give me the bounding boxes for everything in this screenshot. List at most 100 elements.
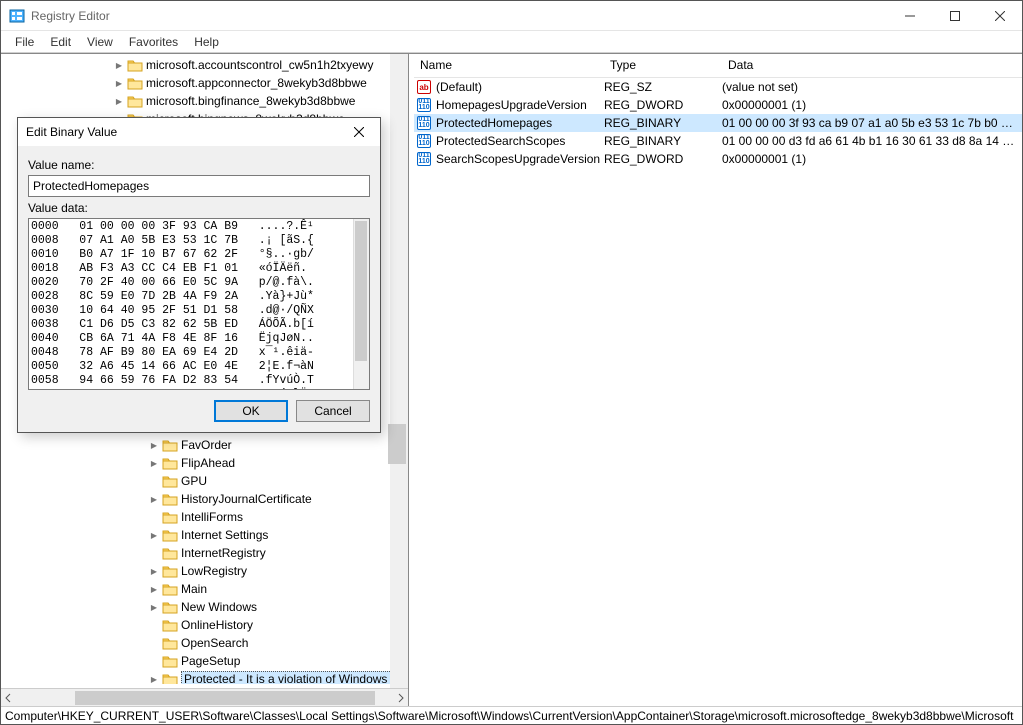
tree-item[interactable]: ▶ microsoft.appconnector_8wekyb3d8bbwe xyxy=(3,74,408,92)
tree-item[interactable]: ▶Main xyxy=(3,580,408,598)
folder-icon xyxy=(162,654,178,668)
tree-item-label: Protected - It is a violation of Windows… xyxy=(181,671,402,684)
folder-icon xyxy=(162,600,178,614)
tree-item[interactable]: ▶ New Windows xyxy=(3,598,408,616)
tree-item-label: microsoft.bingfinance_8wekyb3d8bbwe xyxy=(146,94,355,108)
tree-item-label: microsoft.appconnector_8wekyb3d8bbwe xyxy=(146,76,367,90)
value-row[interactable]: 011110ProtectedSearchScopesREG_BINARY01 … xyxy=(414,132,1022,150)
minimize-button[interactable] xyxy=(887,1,932,31)
tree-item-label: GPU xyxy=(181,474,207,488)
menu-favorites[interactable]: Favorites xyxy=(121,33,186,51)
maximize-button[interactable] xyxy=(932,1,977,31)
tree-item[interactable]: ▶ microsoft.accountscontrol_cw5n1h2txyewy xyxy=(3,56,408,74)
tree-item[interactable]: IntelliForms xyxy=(3,508,408,526)
tree-item-label: microsoft.accountscontrol_cw5n1h2txyewy xyxy=(146,58,373,72)
expand-arrow-icon[interactable]: ▶ xyxy=(113,97,125,106)
folder-icon xyxy=(127,58,143,72)
value-data-label: Value data: xyxy=(28,201,370,215)
scroll-right-icon[interactable] xyxy=(394,691,408,705)
tree-item[interactable]: InternetRegistry xyxy=(3,544,408,562)
tree-item-label: Internet Settings xyxy=(181,528,268,542)
tree-item[interactable]: ▶ FlipAhead xyxy=(3,454,408,472)
col-data[interactable]: Data xyxy=(722,54,1022,77)
menu-view[interactable]: View xyxy=(79,33,121,51)
cancel-button[interactable]: Cancel xyxy=(296,400,370,422)
tree-hscroll[interactable] xyxy=(1,688,408,706)
regedit-app-icon xyxy=(9,8,25,24)
tree-item-label: OpenSearch xyxy=(181,636,248,650)
folder-icon xyxy=(162,492,178,506)
close-icon xyxy=(354,127,364,137)
tree-item-label: OnlineHistory xyxy=(181,618,253,632)
tree-item[interactable]: ▶FavOrder xyxy=(3,436,408,454)
tree-item-label: PageSetup xyxy=(181,654,240,668)
tree-item[interactable]: OpenSearch xyxy=(3,634,408,652)
value-name-input[interactable] xyxy=(28,175,370,197)
tree-item[interactable]: ▶ LowRegistry xyxy=(3,562,408,580)
tree-item[interactable]: PageSetup xyxy=(3,652,408,670)
expand-arrow-icon[interactable]: ▶ xyxy=(148,459,160,468)
tree-item[interactable]: ▶ Internet Settings xyxy=(3,526,408,544)
col-name[interactable]: Name xyxy=(414,54,604,77)
expand-arrow-icon[interactable]: ▶ xyxy=(148,603,160,612)
window-title: Registry Editor xyxy=(31,9,887,23)
folder-icon xyxy=(162,546,178,560)
value-data: 01 00 00 00 3f 93 ca b9 07 a1 a0 5b e3 5… xyxy=(722,116,1022,130)
dialog-close-button[interactable] xyxy=(342,121,376,143)
hex-editor[interactable]: 0000 01 00 00 00 3F 93 CA B9 ....?.Ê¹ 00… xyxy=(28,218,370,390)
col-type[interactable]: Type xyxy=(604,54,722,77)
value-name: (Default) xyxy=(436,80,604,94)
tree-item-label: IntelliForms xyxy=(181,510,243,524)
tree-item[interactable]: OnlineHistory xyxy=(3,616,408,634)
reg-string-icon: ab xyxy=(416,79,432,95)
tree-item-label: New Windows xyxy=(181,600,257,614)
expand-arrow-icon[interactable]: ▶ xyxy=(148,531,160,540)
tree-item-label: LowRegistry xyxy=(181,564,247,578)
menu-file[interactable]: File xyxy=(7,33,42,51)
reg-binary-icon: 011110 xyxy=(416,97,432,113)
folder-icon xyxy=(162,564,178,578)
value-data: 0x00000001 (1) xyxy=(722,152,1022,166)
folder-icon xyxy=(127,76,143,90)
expand-arrow-icon[interactable]: ▶ xyxy=(148,495,160,504)
tree-vscroll-thumb[interactable] xyxy=(388,424,406,464)
value-row[interactable]: 011110SearchScopesUpgradeVersionREG_DWOR… xyxy=(414,150,1022,168)
reg-binary-icon: 011110 xyxy=(416,151,432,167)
value-data: (value not set) xyxy=(722,80,1022,94)
expand-arrow-icon[interactable]: ▶ xyxy=(148,567,160,576)
value-row[interactable]: 011110ProtectedHomepagesREG_BINARY01 00 … xyxy=(414,114,1022,132)
folder-icon xyxy=(162,636,178,650)
value-row[interactable]: ab(Default)REG_SZ(value not set) xyxy=(414,78,1022,96)
expand-arrow-icon[interactable]: ▶ xyxy=(148,585,160,594)
tree-item[interactable]: GPU xyxy=(3,472,408,490)
expand-arrow-icon[interactable]: ▶ xyxy=(113,61,125,70)
folder-icon xyxy=(162,438,178,452)
hex-vscroll[interactable] xyxy=(353,219,369,389)
menubar: File Edit View Favorites Help xyxy=(1,31,1022,53)
ok-button[interactable]: OK xyxy=(214,400,288,422)
tree-item-label: HistoryJournalCertificate xyxy=(181,492,312,506)
tree-item-label: FlipAhead xyxy=(181,456,235,470)
titlebar: Registry Editor xyxy=(1,1,1022,31)
tree-item[interactable]: ▶ HistoryJournalCertificate xyxy=(3,490,408,508)
value-type: REG_BINARY xyxy=(604,116,722,130)
reg-binary-icon: 011110 xyxy=(416,115,432,131)
expand-arrow-icon[interactable]: ▶ xyxy=(148,675,160,684)
hex-vscroll-thumb[interactable] xyxy=(355,221,367,361)
tree-hscroll-thumb[interactable] xyxy=(75,691,375,705)
dialog-titlebar[interactable]: Edit Binary Value xyxy=(18,118,380,146)
expand-arrow-icon[interactable]: ▶ xyxy=(148,441,160,450)
scroll-left-icon[interactable] xyxy=(1,691,15,705)
menu-edit[interactable]: Edit xyxy=(42,33,79,51)
menu-help[interactable]: Help xyxy=(186,33,227,51)
value-row[interactable]: 011110HomepagesUpgradeVersionREG_DWORD0x… xyxy=(414,96,1022,114)
folder-icon xyxy=(162,510,178,524)
close-button[interactable] xyxy=(977,1,1022,31)
folder-icon xyxy=(127,94,143,108)
expand-arrow-icon[interactable]: ▶ xyxy=(113,79,125,88)
value-list[interactable]: ab(Default)REG_SZ(value not set)011110Ho… xyxy=(414,78,1022,168)
value-type: REG_DWORD xyxy=(604,98,722,112)
tree-vscroll-track[interactable] xyxy=(390,54,408,688)
tree-item[interactable]: ▶ Protected - It is a violation of Window… xyxy=(3,670,408,684)
tree-item[interactable]: ▶ microsoft.bingfinance_8wekyb3d8bbwe xyxy=(3,92,408,110)
